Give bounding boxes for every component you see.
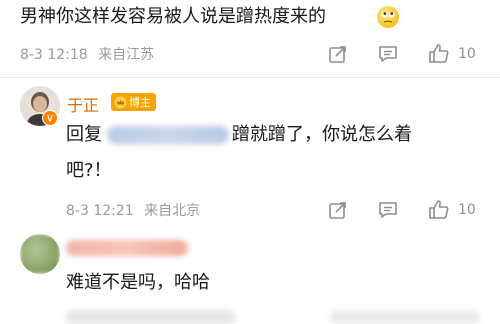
comment-2-like-count: 10 [458, 202, 476, 218]
reply-text-line-2: 吧?！ [66, 160, 112, 181]
reply-prefix: 回复 [66, 124, 102, 145]
comment-1-meta: 8-3 12:18 来自江苏 [20, 44, 154, 64]
divider [0, 77, 500, 78]
blurred-actions [330, 310, 480, 324]
share-icon[interactable] [328, 200, 348, 220]
comment-2-meta: 8-3 12:21 来自北京 [66, 200, 200, 220]
comment-2-line-1-rest: 蹭就蹭了，你说怎么着 [232, 122, 412, 148]
username[interactable]: 于正 [67, 92, 99, 116]
comment-3-text: 难道不是吗，哈哈 [66, 270, 210, 296]
reply-text: 蹭就蹭了，你说怎么着 [232, 124, 412, 145]
blogger-badge-label: 博主 [129, 96, 151, 109]
comment-2-line-1: 回复 [66, 122, 102, 148]
blurred-mention [107, 126, 229, 144]
avatar-blurred[interactable] [20, 234, 60, 274]
comment-icon[interactable] [378, 200, 398, 220]
comment-3-body: 难道不是吗，哈哈 [66, 272, 210, 293]
svg-text:V: V [47, 114, 53, 124]
comment-2-location: 来自北京 [144, 203, 201, 219]
thumbs-up-icon[interactable] [428, 42, 450, 64]
comment-2-date: 8-3 12:21 [66, 203, 134, 219]
blurred-meta [66, 310, 236, 324]
comment-2-line-2: 吧?！ [66, 158, 112, 184]
blurred-username [66, 240, 188, 256]
comment-1-date: 8-3 12:18 [20, 47, 88, 63]
comment-1-text: 男神你这样发容易被人说是蹭热度来的 [20, 4, 326, 30]
comment-1-location: 来自江苏 [98, 47, 155, 63]
comment-icon[interactable] [378, 44, 398, 64]
crown-icon [114, 96, 127, 108]
comment-1-like-count: 10 [458, 46, 476, 62]
rolling-eyes-emoji-icon [377, 6, 399, 28]
share-icon[interactable] [328, 44, 348, 64]
verified-badge-icon: V [42, 110, 58, 126]
thumbs-up-icon[interactable] [428, 198, 450, 220]
comment-1-body: 男神你这样发容易被人说是蹭热度来的 [20, 6, 326, 27]
blogger-badge: 博主 [111, 93, 156, 111]
